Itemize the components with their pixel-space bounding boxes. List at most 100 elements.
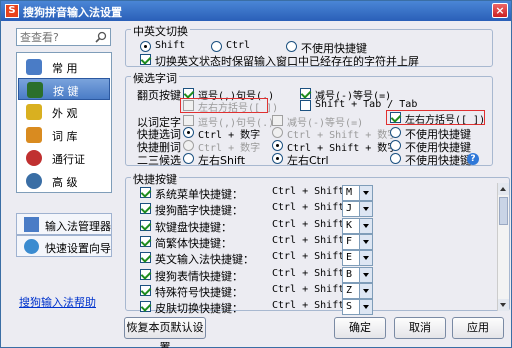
dropdown-arrow-icon[interactable]: [359, 235, 372, 249]
hotkey-key-select[interactable]: E: [342, 250, 373, 266]
dropdown-arrow-icon[interactable]: [359, 251, 372, 265]
quick-select-ctrl-radio[interactable]: [183, 127, 194, 138]
hotkey-key-select[interactable]: K: [342, 218, 373, 234]
hotkey-checkbox[interactable]: [140, 285, 151, 296]
search-icon[interactable]: [95, 31, 107, 43]
hotkey-key-value: Z: [346, 285, 353, 296]
help-link[interactable]: 搜狗输入法帮助: [19, 294, 96, 310]
quick-wizard-button[interactable]: 快速设置向导: [16, 235, 112, 257]
dropdown-arrow-icon[interactable]: [359, 202, 372, 216]
search-input[interactable]: [17, 29, 92, 45]
two-three-shift-label: 左右Shift: [198, 154, 246, 167]
hotkey-key-value: S: [346, 301, 353, 312]
hotkey-key-value: K: [346, 220, 353, 231]
keys-icon: [27, 82, 43, 98]
cancel-button[interactable]: 取消: [394, 317, 446, 339]
paging-shift-tab-checkbox[interactable]: [300, 100, 311, 111]
hotkey-key-select[interactable]: J: [342, 201, 373, 217]
advanced-icon: [26, 173, 42, 189]
hotkeys-group-title: 快捷按键: [131, 171, 179, 187]
paging-bracket-label: 左右方括号([ ]): [198, 103, 279, 114]
hotkey-checkbox[interactable]: [140, 301, 151, 312]
dropdown-arrow-icon[interactable]: [359, 219, 372, 233]
quick-select-none-radio[interactable]: [390, 127, 401, 138]
close-button[interactable]: ×: [492, 3, 508, 18]
radio-shift[interactable]: [140, 41, 151, 52]
nav-item-label: 按 键: [53, 85, 79, 98]
help-icon[interactable]: ?: [467, 153, 479, 165]
quick-delete-ctrl-shift-radio[interactable]: [272, 140, 283, 151]
keep-input-checkbox[interactable]: [140, 54, 151, 65]
window-title: 搜狗拼音输入法设置: [23, 6, 122, 19]
passport-icon: [26, 150, 42, 166]
dictionary-icon: [26, 127, 42, 143]
two-three-ctrl-radio[interactable]: [272, 153, 283, 164]
radio-shift-label: Shift: [155, 40, 186, 51]
manager-icon: [24, 217, 39, 232]
hotkey-key-select[interactable]: B: [342, 267, 373, 283]
paging-label: 翻页按键: [137, 89, 181, 102]
dropdown-arrow-icon[interactable]: [359, 284, 372, 298]
scroll-thumb[interactable]: [499, 197, 508, 225]
dropdown-arrow-icon[interactable]: [359, 186, 372, 200]
paging-bracket-checkbox[interactable]: [183, 100, 194, 111]
ok-button[interactable]: 确定: [334, 317, 386, 339]
dropdown-arrow-icon[interactable]: [359, 300, 372, 314]
candidates-group-title: 候选字词: [131, 70, 179, 86]
hotkey-checkbox[interactable]: [140, 236, 151, 247]
hotkey-checkbox[interactable]: [140, 269, 151, 280]
quick-select-ctrl-shift-radio[interactable]: [272, 127, 283, 138]
nav-item-common[interactable]: 常 用: [18, 56, 110, 78]
paging-shift-tab-label: Shift + Tab / Tab: [315, 99, 418, 110]
hotkey-key-select[interactable]: S: [342, 299, 373, 315]
hotkey-checkbox[interactable]: [140, 252, 151, 263]
hotkey-label: 搜狗酷字快捷键：: [155, 204, 243, 217]
two-three-none-label: 不使用快捷键: [405, 154, 471, 167]
word-minus-equal-checkbox[interactable]: [272, 115, 283, 126]
scroll-down-icon[interactable]: [498, 299, 509, 311]
hotkey-key-value: B: [346, 269, 353, 280]
hotkey-label: 搜狗表情快捷键：: [155, 270, 243, 283]
ime-manager-button[interactable]: 输入法管理器: [16, 213, 112, 235]
hotkey-label: 软键盘快捷键：: [155, 221, 232, 234]
hotkey-checkbox[interactable]: [140, 187, 151, 198]
two-three-none-radio[interactable]: [390, 153, 401, 164]
nav-item-label: 高 级: [52, 176, 78, 189]
two-three-label: 二三候选: [137, 154, 181, 167]
nav-item-appearance[interactable]: 外 观: [18, 101, 110, 123]
hotkey-key-value: J: [346, 203, 353, 214]
two-three-ctrl-label: 左右Ctrl: [287, 154, 329, 167]
hotkey-label: 简繁体快捷键：: [155, 237, 232, 250]
radio-ctrl[interactable]: [211, 41, 222, 52]
two-three-shift-radio[interactable]: [183, 153, 194, 164]
scroll-up-icon[interactable]: [498, 183, 509, 195]
title-bar[interactable]: S 搜狗拼音输入法设置 ×: [1, 1, 511, 21]
apply-button[interactable]: 应用: [452, 317, 504, 339]
nav-item-keys[interactable]: 按 键: [18, 78, 110, 100]
quick-delete-none-radio[interactable]: [390, 140, 401, 151]
nav-item-dictionary[interactable]: 词 库: [18, 124, 110, 146]
nav-item-label: 通行证: [52, 153, 85, 166]
quick-delete-ctrl-radio[interactable]: [183, 140, 194, 151]
hotkey-label: 皮肤切换快捷键：: [155, 302, 243, 315]
dropdown-arrow-icon[interactable]: [359, 268, 372, 282]
keep-input-label: 切换英文状态时保留输入窗口中已经存在的字符并上屏: [155, 55, 419, 68]
search-box: [16, 28, 111, 46]
reset-defaults-button[interactable]: 恢复本页默认设置: [124, 317, 206, 348]
paging-minus-equal-checkbox[interactable]: [300, 88, 311, 99]
hotkey-key-select[interactable]: F: [342, 234, 373, 250]
word-bracket-label: 左右方括号([ ]): [405, 115, 486, 126]
category-nav: 常 用 按 键 外 观 词 库 通行证 高 级: [16, 52, 112, 193]
word-bracket-checkbox[interactable]: [390, 112, 401, 123]
word-comma-period-checkbox[interactable]: [183, 115, 194, 126]
common-settings-icon: [26, 59, 42, 75]
hotkey-key-select[interactable]: Z: [342, 283, 373, 299]
settings-window: S 搜狗拼音输入法设置 × 常 用 按 键 外 观 词 库 通行证: [0, 0, 512, 348]
radio-no-hotkey[interactable]: [286, 41, 297, 52]
nav-item-advanced[interactable]: 高 级: [18, 170, 110, 192]
hotkey-checkbox[interactable]: [140, 203, 151, 214]
hotkey-checkbox[interactable]: [140, 220, 151, 231]
nav-item-passport[interactable]: 通行证: [18, 147, 110, 169]
hotkey-key-select[interactable]: M: [342, 185, 373, 201]
hotkeys-scrollbar[interactable]: [497, 183, 509, 311]
